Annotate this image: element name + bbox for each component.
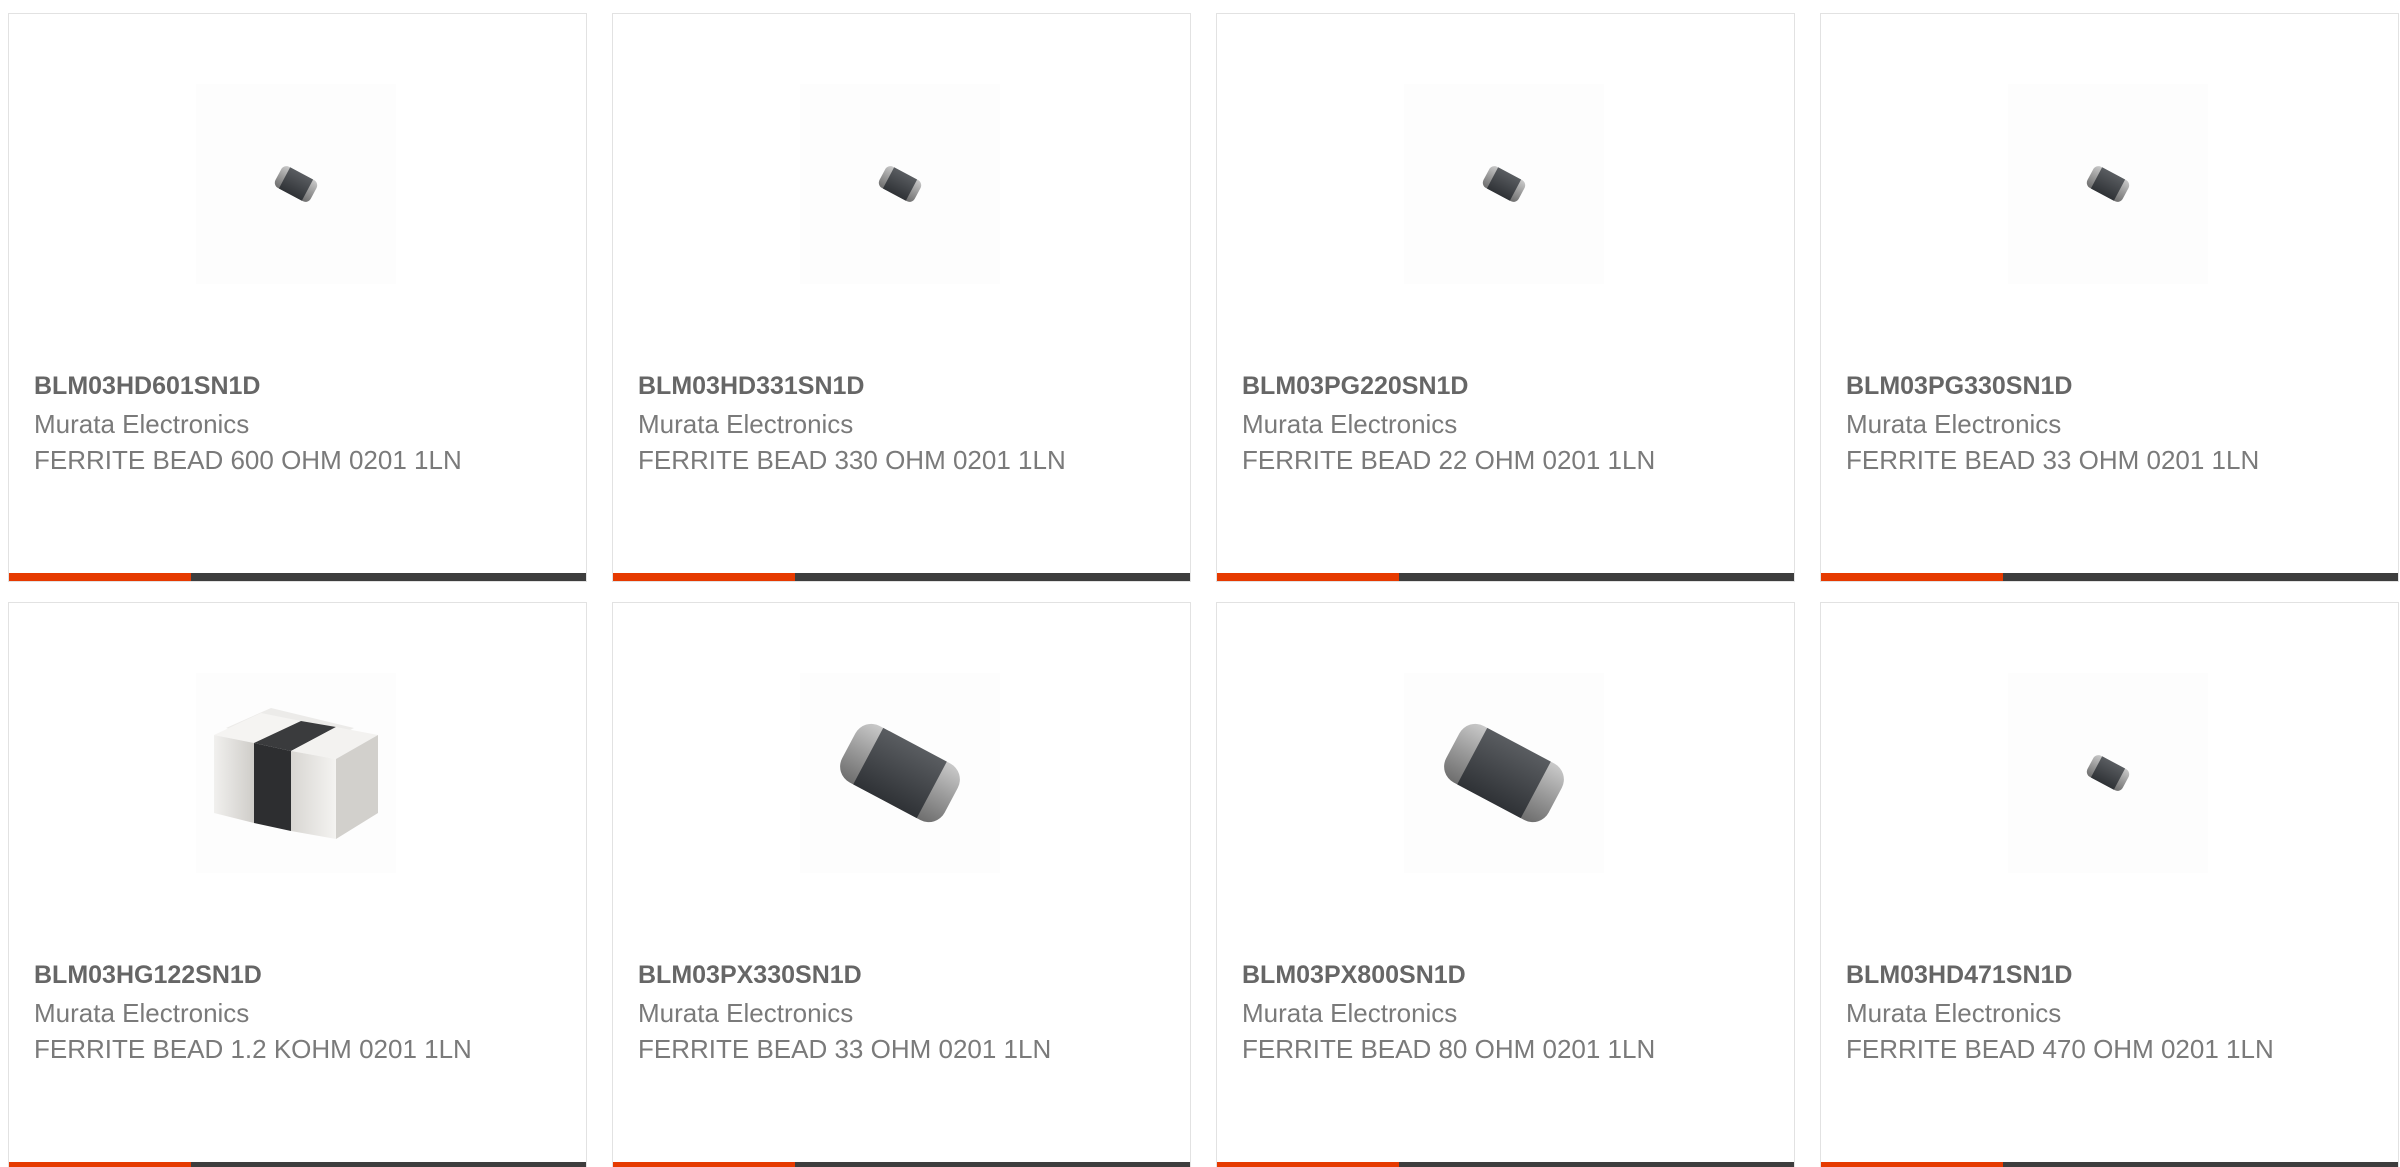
product-description: FERRITE BEAD 80 OHM 0201 1LN: [1242, 1034, 1656, 1064]
card-bottom-bar: [1217, 1162, 1794, 1167]
part-number[interactable]: BLM03PG220SN1D: [1242, 371, 1468, 401]
product-image: [1404, 84, 1604, 284]
product-card[interactable]: BLM03PG220SN1D Murata Electronics FERRIT…: [1216, 13, 1795, 582]
product-description: FERRITE BEAD 1.2 KOHM 0201 1LN: [34, 1034, 472, 1064]
ferrite-bead-large-icon: [1444, 723, 1564, 823]
card-bottom-bar: [613, 573, 1190, 581]
product-image: [800, 673, 1000, 873]
product-image: [196, 673, 396, 873]
card-bottom-bar: [9, 1162, 586, 1167]
part-number[interactable]: BLM03PX800SN1D: [1242, 960, 1466, 990]
product-card[interactable]: BLM03PX330SN1D Murata Electronics FERRIT…: [612, 602, 1191, 1167]
card-bottom-bar-accent: [1821, 1162, 2003, 1167]
product-description: FERRITE BEAD 33 OHM 0201 1LN: [638, 1034, 1052, 1064]
ferrite-bead-block-icon: [214, 708, 378, 839]
manufacturer: Murata Electronics: [1846, 998, 2062, 1028]
card-bottom-bar-accent: [1217, 573, 1399, 581]
part-number[interactable]: BLM03HD331SN1D: [638, 371, 864, 401]
manufacturer: Murata Electronics: [1242, 409, 1458, 439]
manufacturer: Murata Electronics: [34, 409, 250, 439]
ferrite-bead-small-icon: [878, 166, 922, 202]
product-card[interactable]: BLM03PX800SN1D Murata Electronics FERRIT…: [1216, 602, 1795, 1167]
product-card[interactable]: BLM03HD331SN1D Murata Electronics FERRIT…: [612, 13, 1191, 582]
product-description: FERRITE BEAD 330 OHM 0201 1LN: [638, 445, 1066, 475]
manufacturer: Murata Electronics: [34, 998, 250, 1028]
part-number[interactable]: BLM03HD471SN1D: [1846, 960, 2072, 990]
ferrite-bead-small-icon: [2086, 755, 2130, 791]
manufacturer: Murata Electronics: [1242, 998, 1458, 1028]
product-image: [1404, 673, 1604, 873]
card-bottom-bar-accent: [9, 573, 191, 581]
product-image: [196, 84, 396, 284]
part-number[interactable]: BLM03HG122SN1D: [34, 960, 262, 990]
manufacturer: Murata Electronics: [638, 998, 854, 1028]
card-bottom-bar-accent: [9, 1162, 191, 1167]
card-bottom-bar: [1217, 573, 1794, 581]
product-description: FERRITE BEAD 22 OHM 0201 1LN: [1242, 445, 1656, 475]
card-bottom-bar: [1821, 573, 2398, 581]
manufacturer: Murata Electronics: [1846, 409, 2062, 439]
card-bottom-bar: [1821, 1162, 2398, 1167]
part-number[interactable]: BLM03PG330SN1D: [1846, 371, 2072, 401]
product-description: FERRITE BEAD 470 OHM 0201 1LN: [1846, 1034, 2274, 1064]
product-image: [2008, 84, 2208, 284]
ferrite-bead-large-icon: [840, 723, 960, 823]
product-description: FERRITE BEAD 33 OHM 0201 1LN: [1846, 445, 2260, 475]
product-card[interactable]: BLM03HD601SN1D Murata Electronics FERRIT…: [8, 13, 587, 582]
product-card[interactable]: BLM03HG122SN1D Murata Electronics FERRIT…: [8, 602, 587, 1167]
card-bottom-bar-accent: [1821, 573, 2003, 581]
product-image: [2008, 673, 2208, 873]
card-bottom-bar: [613, 1162, 1190, 1167]
ferrite-bead-small-icon: [1482, 166, 1526, 202]
part-number[interactable]: BLM03PX330SN1D: [638, 960, 862, 990]
card-bottom-bar-accent: [613, 1162, 795, 1167]
card-bottom-bar: [9, 573, 586, 581]
ferrite-bead-small-icon: [274, 166, 318, 202]
card-bottom-bar-accent: [1217, 1162, 1399, 1167]
product-image: [800, 84, 1000, 284]
ferrite-bead-small-icon: [2086, 166, 2130, 202]
product-description: FERRITE BEAD 600 OHM 0201 1LN: [34, 445, 462, 475]
manufacturer: Murata Electronics: [638, 409, 854, 439]
part-number[interactable]: BLM03HD601SN1D: [34, 371, 260, 401]
product-card[interactable]: BLM03HD471SN1D Murata Electronics FERRIT…: [1820, 602, 2399, 1167]
product-card[interactable]: BLM03PG330SN1D Murata Electronics FERRIT…: [1820, 13, 2399, 582]
product-grid: BLM03HD601SN1D Murata Electronics FERRIT…: [8, 13, 2399, 1167]
card-bottom-bar-accent: [613, 573, 795, 581]
